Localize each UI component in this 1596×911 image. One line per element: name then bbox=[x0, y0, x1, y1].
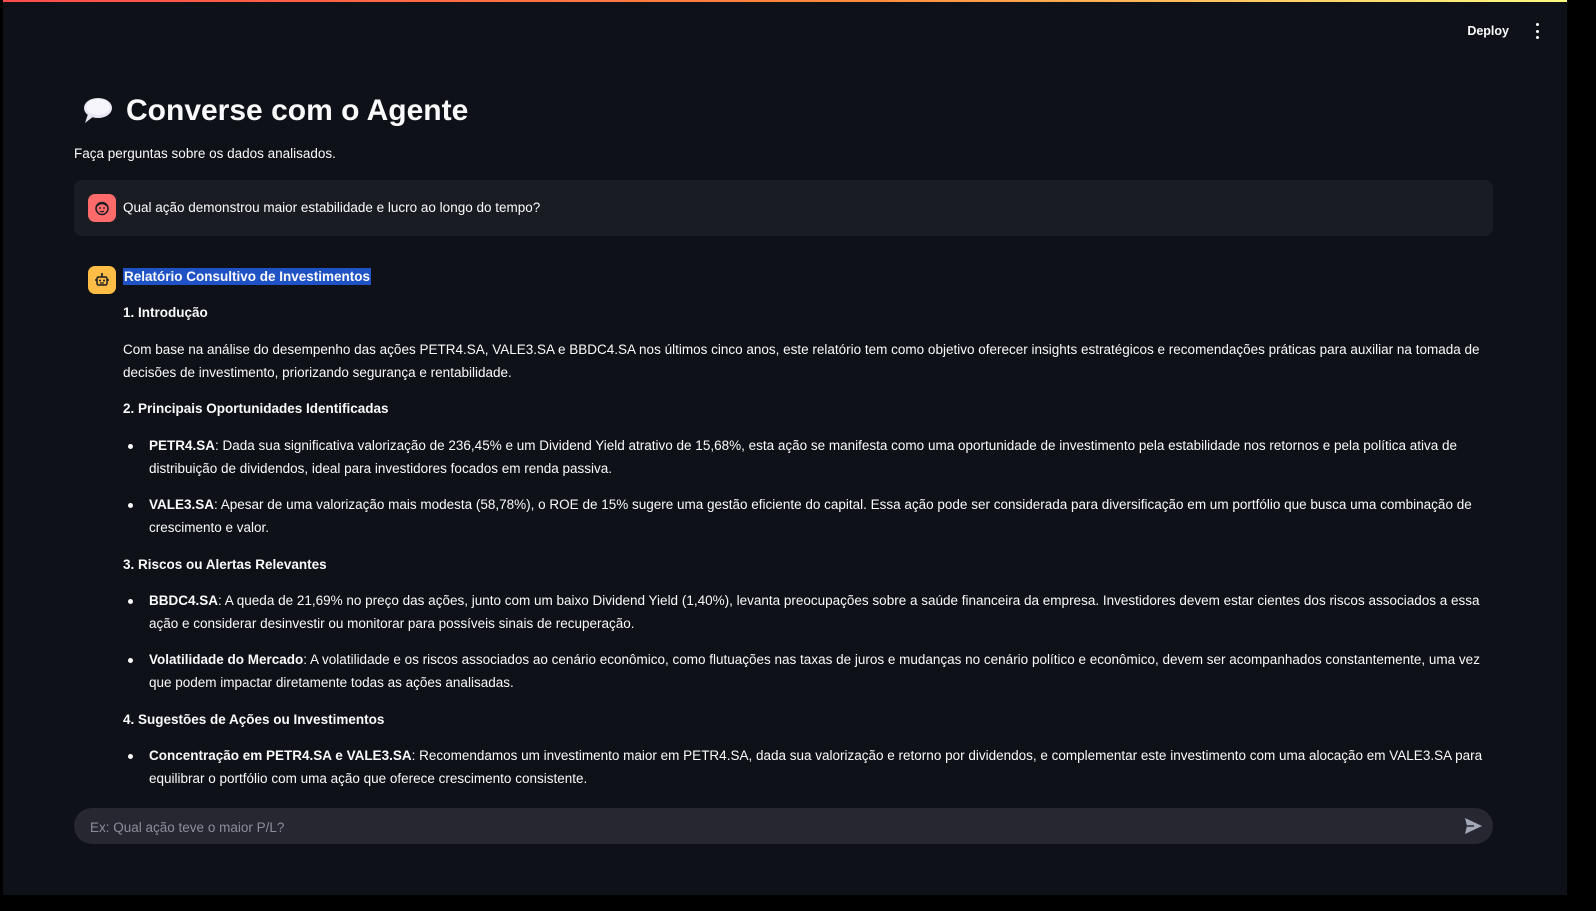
list-item-label: Concentração em PETR4.SA e VALE3.SA bbox=[149, 748, 412, 763]
page-subtitle: Faça perguntas sobre os dados analisados… bbox=[74, 146, 336, 161]
kebab-menu-icon[interactable] bbox=[1533, 23, 1541, 39]
user-message-text: Qual ação demonstrou maior estabilidade … bbox=[123, 200, 541, 215]
list-item-label: PETR4.SA bbox=[149, 438, 216, 453]
list-item-label: Volatilidade do Mercado bbox=[149, 652, 304, 667]
list-item: VALE3.SA: Apesar de uma valorização mais… bbox=[123, 494, 1495, 539]
speech-balloon-icon bbox=[84, 98, 112, 123]
opportunities-list: PETR4.SA: Dada sua significativa valoriz… bbox=[123, 435, 1495, 480]
section-heading-suggestions: 4. Sugestões de Ações ou Investimentos bbox=[123, 712, 385, 727]
list-item: BBDC4.SA: A queda de 21,69% no preço das… bbox=[123, 590, 1495, 635]
opportunities-list-2: VALE3.SA: Apesar de uma valorização mais… bbox=[123, 494, 1495, 539]
list-item-label: VALE3.SA bbox=[149, 497, 215, 512]
assistant-avatar bbox=[88, 266, 116, 294]
user-message: Qual ação demonstrou maior estabilidade … bbox=[74, 180, 1493, 236]
deploy-button[interactable]: Deploy bbox=[1463, 22, 1513, 40]
report-title-row: Relatório Consultivo de Investimentos bbox=[123, 266, 1495, 289]
risks-list: BBDC4.SA: A queda de 21,69% no preço das… bbox=[123, 590, 1495, 635]
list-item-text: : A volatilidade e os riscos associados … bbox=[149, 652, 1480, 690]
section-heading-intro: 1. Introdução bbox=[123, 305, 208, 320]
section-heading-risks: 3. Riscos ou Alertas Relevantes bbox=[123, 557, 327, 572]
report-title: Relatório Consultivo de Investimentos bbox=[123, 268, 372, 285]
risks-list-2: Volatilidade do Mercado: A volatilidade … bbox=[123, 649, 1495, 694]
page-title: Converse com o Agente bbox=[80, 91, 468, 131]
section-heading-opportunities: 2. Principais Oportunidades Identificada… bbox=[123, 401, 389, 416]
list-item: Volatilidade do Mercado: A volatilidade … bbox=[123, 649, 1495, 694]
list-item: Concentração em PETR4.SA e VALE3.SA: Rec… bbox=[123, 745, 1495, 790]
robot-icon bbox=[95, 273, 109, 286]
list-item-text: : A queda de 21,69% no preço das ações, … bbox=[149, 593, 1480, 631]
list-item-text: : Apesar de uma valorização mais modesta… bbox=[149, 497, 1472, 535]
app-container: Deploy Converse com o Agente Faça pergun… bbox=[3, 0, 1567, 895]
send-icon[interactable] bbox=[1464, 817, 1483, 835]
list-item-text: : Dada sua significativa valorização de … bbox=[149, 438, 1458, 476]
top-decoration-bar bbox=[3, 0, 1567, 2]
page-title-text: Converse com o Agente bbox=[126, 94, 469, 127]
list-item-label: BBDC4.SA bbox=[149, 593, 219, 608]
user-face-icon bbox=[95, 201, 109, 216]
suggestions-list: Concentração em PETR4.SA e VALE3.SA: Rec… bbox=[123, 745, 1495, 790]
chat-input-container bbox=[74, 808, 1493, 846]
list-item: PETR4.SA: Dada sua significativa valoriz… bbox=[123, 435, 1495, 480]
user-avatar bbox=[88, 194, 116, 222]
window: Deploy Converse com o Agente Faça pergun… bbox=[0, 0, 1596, 911]
intro-paragraph: Com base na análise do desempenho das aç… bbox=[123, 342, 1480, 380]
chat-input[interactable] bbox=[88, 808, 1452, 846]
